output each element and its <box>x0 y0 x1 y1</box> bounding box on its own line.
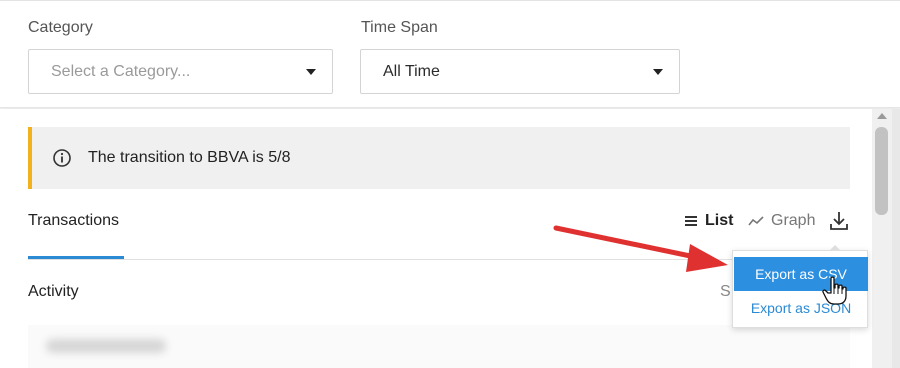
list-label: List <box>705 212 734 229</box>
info-icon <box>53 149 71 167</box>
time-span-select[interactable]: All Time <box>360 49 680 94</box>
category-placeholder: Select a Category... <box>51 62 191 80</box>
alert-message: The transition to BBVA is 5/8 <box>88 149 291 166</box>
graph-view-button[interactable]: Graph <box>748 212 815 230</box>
caret-down-icon <box>306 68 316 75</box>
category-select[interactable]: Select a Category... <box>28 49 333 94</box>
list-view-button[interactable]: List <box>685 212 733 230</box>
caret-down-icon <box>653 68 663 75</box>
info-alert: The transition to BBVA is 5/8 <box>28 127 850 189</box>
filter-panel: Category Select a Category... Time Span … <box>0 0 900 108</box>
graph-icon <box>748 216 764 226</box>
redacted-text <box>46 339 166 353</box>
graph-label: Graph <box>771 212 816 229</box>
scrollbar[interactable] <box>872 109 892 368</box>
time-span-value: All Time <box>383 62 440 80</box>
tab-divider <box>28 259 850 260</box>
hand-cursor-icon <box>822 276 847 305</box>
tab-transactions[interactable]: Transactions <box>28 212 119 230</box>
category-label: Category <box>28 19 93 36</box>
activity-heading: Activity <box>28 283 79 300</box>
download-icon[interactable] <box>828 210 850 232</box>
column-header-truncated: S <box>720 283 731 300</box>
scroll-up-icon[interactable] <box>877 113 887 119</box>
page-edge <box>892 109 900 368</box>
list-icon <box>685 216 697 226</box>
scrollbar-thumb[interactable] <box>875 127 888 215</box>
time-span-label: Time Span <box>361 19 438 36</box>
activity-row <box>28 325 850 368</box>
